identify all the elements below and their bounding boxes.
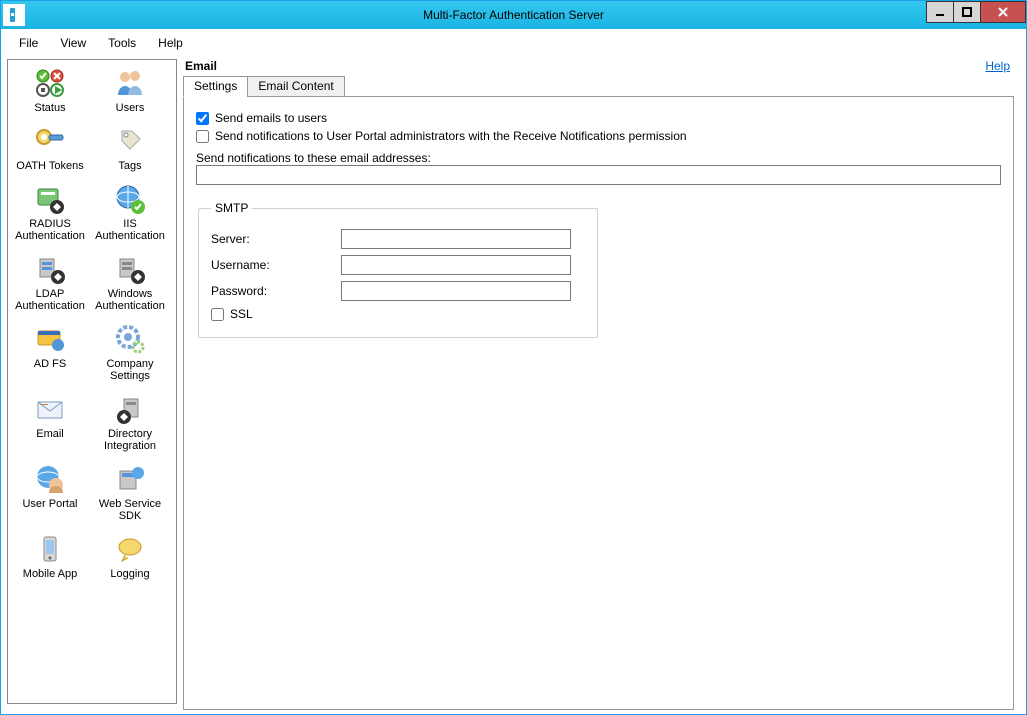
- tag-icon: [113, 124, 147, 158]
- sidebar-item-status[interactable]: Status: [10, 62, 90, 120]
- sidebar-item-radius-auth[interactable]: RADIUS Authentication: [10, 178, 90, 248]
- menu-tools[interactable]: Tools: [98, 33, 146, 53]
- checkbox-ssl[interactable]: [211, 308, 224, 321]
- sidebar-item-label: Windows Authentication: [92, 288, 168, 312]
- sidebar-item-label: Mobile App: [23, 568, 77, 580]
- title-bar: Multi-Factor Authentication Server: [1, 1, 1026, 29]
- sidebar-item-label: Directory Integration: [92, 428, 168, 452]
- smtp-server-input[interactable]: [341, 229, 571, 249]
- sidebar-item-logging[interactable]: Logging: [90, 528, 170, 586]
- directory-icon: [113, 392, 147, 426]
- smtp-password-input[interactable]: [341, 281, 571, 301]
- page-title: Email: [183, 59, 217, 73]
- sidebar-item-tags[interactable]: Tags: [90, 120, 170, 178]
- window-controls: [927, 1, 1026, 23]
- sidebar-item-label: AD FS: [34, 358, 66, 370]
- windows-icon: [113, 252, 147, 286]
- tab-settings[interactable]: Settings: [183, 76, 248, 97]
- sidebar-item-adfs[interactable]: AD FS: [10, 318, 90, 388]
- help-link[interactable]: Help: [985, 59, 1010, 73]
- email-icon: [33, 392, 67, 426]
- notif-addresses-label: Send notifications to these email addres…: [196, 151, 1001, 165]
- menu-help[interactable]: Help: [148, 33, 193, 53]
- checkbox-ssl-label: SSL: [230, 307, 253, 321]
- minimize-button[interactable]: [926, 1, 954, 23]
- smtp-username-label: Username:: [211, 258, 341, 272]
- key-icon: [33, 124, 67, 158]
- sidebar-item-label: Users: [116, 102, 145, 114]
- users-icon: [113, 66, 147, 100]
- smtp-server-label: Server:: [211, 232, 341, 246]
- sidebar-item-users[interactable]: Users: [90, 62, 170, 120]
- smtp-legend: SMTP: [211, 201, 252, 215]
- sidebar-item-iis-auth[interactable]: IIS Authentication: [90, 178, 170, 248]
- adfs-icon: [33, 322, 67, 356]
- iis-icon: [113, 182, 147, 216]
- sidebar-item-label: Status: [34, 102, 65, 114]
- checkbox-send-notif-admins-label: Send notifications to User Portal admini…: [215, 129, 687, 143]
- close-button[interactable]: [980, 1, 1026, 23]
- sidebar-item-label: IIS Authentication: [92, 218, 168, 242]
- sidebar-item-ldap-auth[interactable]: LDAP Authentication: [10, 248, 90, 318]
- sidebar-item-label: Company Settings: [92, 358, 168, 382]
- sidebar-item-company-settings[interactable]: Company Settings: [90, 318, 170, 388]
- main-panel: Email Help Settings Email Content Send e…: [177, 59, 1020, 704]
- tab-strip: Settings Email Content: [183, 75, 1014, 96]
- sdk-icon: [113, 462, 147, 496]
- gear-icon: [113, 322, 147, 356]
- user-portal-icon: [33, 462, 67, 496]
- sidebar-item-label: Email: [36, 428, 64, 440]
- smtp-password-label: Password:: [211, 284, 341, 298]
- smtp-group: SMTP Server: Username: Password:: [198, 201, 598, 338]
- sidebar-item-label: Logging: [110, 568, 149, 580]
- sidebar-item-label: User Portal: [22, 498, 77, 510]
- checkbox-send-notif-admins[interactable]: [196, 130, 209, 143]
- notif-addresses-input[interactable]: [196, 165, 1001, 185]
- app-window: Multi-Factor Authentication Server File …: [0, 0, 1027, 715]
- tab-email-content[interactable]: Email Content: [247, 76, 344, 97]
- sidebar-item-label: RADIUS Authentication: [12, 218, 88, 242]
- sidebar-item-user-portal[interactable]: User Portal: [10, 458, 90, 528]
- smtp-username-input[interactable]: [341, 255, 571, 275]
- window-title: Multi-Factor Authentication Server: [1, 8, 1026, 22]
- ldap-icon: [33, 252, 67, 286]
- sidebar-item-label: OATH Tokens: [16, 160, 83, 172]
- status-icon: [33, 66, 67, 100]
- sidebar-item-windows-auth[interactable]: Windows Authentication: [90, 248, 170, 318]
- sidebar-item-email[interactable]: Email: [10, 388, 90, 458]
- sidebar-item-mobile-app[interactable]: Mobile App: [10, 528, 90, 586]
- menu-file[interactable]: File: [9, 33, 48, 53]
- sidebar-item-label: Web Service SDK: [92, 498, 168, 522]
- radius-icon: [33, 182, 67, 216]
- checkbox-send-emails-label: Send emails to users: [215, 111, 327, 125]
- menu-bar: File View Tools Help: [1, 29, 1026, 53]
- sidebar-item-oath-tokens[interactable]: OATH Tokens: [10, 120, 90, 178]
- checkbox-ssl-row: SSL: [211, 307, 585, 321]
- logging-icon: [113, 532, 147, 566]
- sidebar-item-web-service-sdk[interactable]: Web Service SDK: [90, 458, 170, 528]
- sidebar-nav: Status Users OATH Tokens Tags RADIUS Aut…: [7, 59, 177, 704]
- checkbox-send-emails[interactable]: [196, 112, 209, 125]
- checkbox-send-emails-row: Send emails to users: [196, 111, 1001, 125]
- tab-body-settings: Send emails to users Send notifications …: [183, 96, 1014, 710]
- sidebar-item-label: LDAP Authentication: [12, 288, 88, 312]
- mobile-icon: [33, 532, 67, 566]
- sidebar-item-label: Tags: [118, 160, 141, 172]
- maximize-button[interactable]: [953, 1, 981, 23]
- sidebar-item-directory-integration[interactable]: Directory Integration: [90, 388, 170, 458]
- menu-view[interactable]: View: [50, 33, 96, 53]
- checkbox-send-notif-admins-row: Send notifications to User Portal admini…: [196, 129, 1001, 143]
